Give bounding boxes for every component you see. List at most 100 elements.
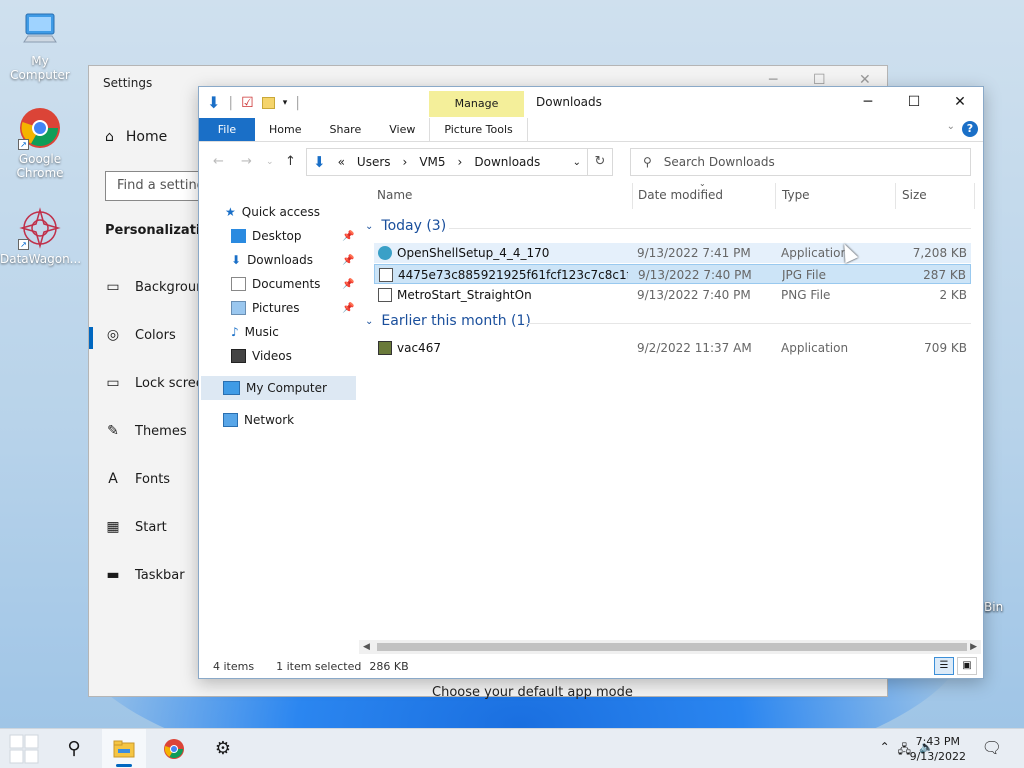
column-type[interactable]: Type — [782, 188, 810, 202]
new-folder-icon[interactable] — [261, 96, 275, 109]
column-date-modified[interactable]: Date modified — [638, 188, 723, 202]
file-row[interactable]: MetroStart_StraightOn 9/13/2022 7:40 PM … — [374, 285, 971, 305]
nav-pictures[interactable]: Pictures — [231, 297, 300, 319]
desktop-icon-datawagon[interactable]: ↗ DataWagon... — [0, 206, 81, 266]
clock-time: 7:43 PM — [915, 735, 960, 748]
desktop-icon-label: My Computer — [10, 54, 70, 82]
home-icon: ⌂ — [105, 129, 114, 145]
chevron-down-icon: ⌄ — [365, 220, 374, 232]
notification-icon[interactable]: 🗨 — [982, 738, 1002, 757]
search-icon[interactable]: ⚲ — [52, 729, 96, 768]
taskbar: ⚲ ⚙ ⌃ 🖧 🔈 7:43 PM 9/13/2022 🗨 — [0, 728, 1024, 768]
music-icon: ♪ — [231, 325, 239, 339]
tab-view[interactable]: View — [375, 118, 429, 141]
search-input[interactable]: ⚲ Search Downloads — [630, 148, 971, 176]
quick-access-toolbar: ⬇ | ☑ ▾ | — [207, 93, 300, 112]
application-icon — [378, 341, 392, 355]
image-file-icon — [378, 288, 392, 302]
recent-dropdown[interactable]: ⌄ — [266, 157, 274, 167]
group-header-earlier-this-month[interactable]: ⌄ Earlier this month (1) — [365, 313, 531, 329]
address-bar[interactable]: ⬇ « Users › VM5 › Downloads ⌄ — [306, 148, 588, 176]
settings-gear-icon[interactable]: ⚙ — [201, 729, 245, 768]
address-dropdown-icon[interactable]: ⌄ — [567, 157, 587, 168]
nav-quick-access[interactable]: ★ Quick access — [225, 201, 320, 223]
large-icons-view-icon[interactable]: ▣ — [957, 657, 977, 675]
file-row[interactable]: vac467 9/2/2022 11:37 AM Application 709… — [374, 338, 971, 358]
file-row-selected[interactable]: 4475e73c885921925f61fcf123c7c8c1f93e1...… — [374, 264, 971, 284]
start-button[interactable] — [2, 729, 46, 768]
pin-icon: 📌 — [342, 303, 355, 314]
film-icon — [231, 349, 246, 363]
image-file-icon — [379, 268, 393, 282]
desktop-icon-my-computer[interactable]: My Computer — [0, 8, 80, 82]
details-view-icon[interactable]: ☰ — [934, 657, 954, 675]
explorer-window[interactable]: ⬇ | ☑ ▾ | Manage Downloads ─ ☐ ✕ File Ho… — [198, 86, 984, 679]
column-size[interactable]: Size — [902, 188, 927, 202]
search-icon: ⚲ — [643, 155, 652, 169]
ribbon-expand-icon[interactable]: ⌄ — [947, 121, 955, 132]
datawagon-icon: ↗ — [18, 206, 62, 250]
computer-icon — [223, 381, 240, 395]
scrollbar-thumb[interactable] — [377, 643, 967, 651]
nav-downloads[interactable]: ⬇ Downloads — [231, 249, 313, 271]
up-button[interactable]: ↑ — [285, 154, 296, 169]
chevron-up-icon[interactable]: ⌃ — [880, 740, 890, 761]
desktop-icon-chrome[interactable]: ↗ Google Chrome — [0, 106, 80, 180]
properties-icon[interactable]: ☑ — [241, 95, 254, 111]
clock[interactable]: 7:43 PM 9/13/2022 — [910, 734, 966, 764]
qat-dropdown-icon[interactable]: ▾ — [283, 98, 288, 108]
download-arrow-icon: ⬇ — [207, 93, 221, 112]
settings-home[interactable]: ⌂ Home — [105, 129, 167, 145]
pictures-icon — [231, 301, 246, 315]
shortcut-arrow-icon: ↗ — [18, 139, 29, 150]
breadcrumb-users[interactable]: Users — [351, 155, 397, 169]
nav-music[interactable]: ♪ Music — [231, 321, 279, 343]
installer-icon — [378, 246, 392, 260]
pin-icon: 📌 — [342, 279, 355, 290]
help-icon[interactable]: ? — [962, 121, 978, 137]
breadcrumb-downloads[interactable]: Downloads — [468, 155, 546, 169]
palette-icon: ◎ — [106, 327, 120, 343]
tab-picture-tools[interactable]: Picture Tools — [429, 118, 528, 141]
scroll-left-icon[interactable]: ◀ — [363, 640, 370, 654]
image-icon: ▭ — [106, 279, 120, 295]
file-explorer-taskbar-button[interactable] — [102, 729, 146, 768]
back-button[interactable]: ← — [213, 154, 224, 169]
column-name[interactable]: Name — [377, 188, 412, 202]
recycle-bin-label[interactable]: Bin — [984, 600, 1024, 614]
star-icon: ★ — [225, 205, 236, 219]
status-bar: 4 items 1 item selected 286 KB — [213, 660, 409, 673]
nav-documents[interactable]: Documents — [231, 273, 320, 295]
nav-desktop[interactable]: Desktop — [231, 225, 302, 247]
view-switcher: ☰ ▣ — [934, 657, 977, 675]
tab-home[interactable]: Home — [255, 118, 315, 141]
tab-share[interactable]: Share — [315, 118, 375, 141]
nav-my-computer[interactable]: My Computer — [223, 377, 327, 399]
tab-file[interactable]: File — [199, 118, 255, 141]
forward-button[interactable]: → — [241, 154, 252, 169]
download-arrow-icon: ⬇ — [313, 153, 326, 171]
lock-screen-icon: ▭ — [106, 375, 120, 391]
close-button[interactable]: ✕ — [937, 91, 983, 113]
nav-videos[interactable]: Videos — [231, 345, 292, 367]
status-size: 286 KB — [369, 660, 409, 673]
file-row[interactable]: OpenShellSetup_4_4_170 9/13/2022 7:41 PM… — [374, 243, 971, 263]
chrome-taskbar-button[interactable] — [152, 729, 196, 768]
manage-context-tab[interactable]: Manage — [429, 91, 524, 117]
scroll-right-icon[interactable]: ▶ — [970, 640, 977, 654]
download-icon: ⬇ — [231, 253, 242, 267]
nav-network[interactable]: Network — [223, 409, 294, 431]
chevron-down-icon: ⌄ — [365, 315, 374, 327]
breadcrumb-vm5[interactable]: VM5 — [413, 155, 451, 169]
desktop-icon — [231, 229, 246, 243]
computer-icon — [18, 8, 62, 52]
horizontal-scrollbar[interactable]: ◀ ▶ — [359, 640, 981, 654]
maximize-button[interactable]: ☐ — [891, 91, 937, 113]
minimize-button[interactable]: ─ — [845, 91, 891, 113]
brush-icon: ✎ — [107, 423, 119, 439]
chrome-icon: ↗ — [18, 106, 62, 150]
group-header-today[interactable]: ⌄ Today (3) — [365, 218, 446, 234]
taskbar-icon: ▬ — [106, 567, 120, 583]
refresh-button[interactable]: ↻ — [588, 148, 613, 176]
clock-date: 9/13/2022 — [909, 750, 966, 763]
